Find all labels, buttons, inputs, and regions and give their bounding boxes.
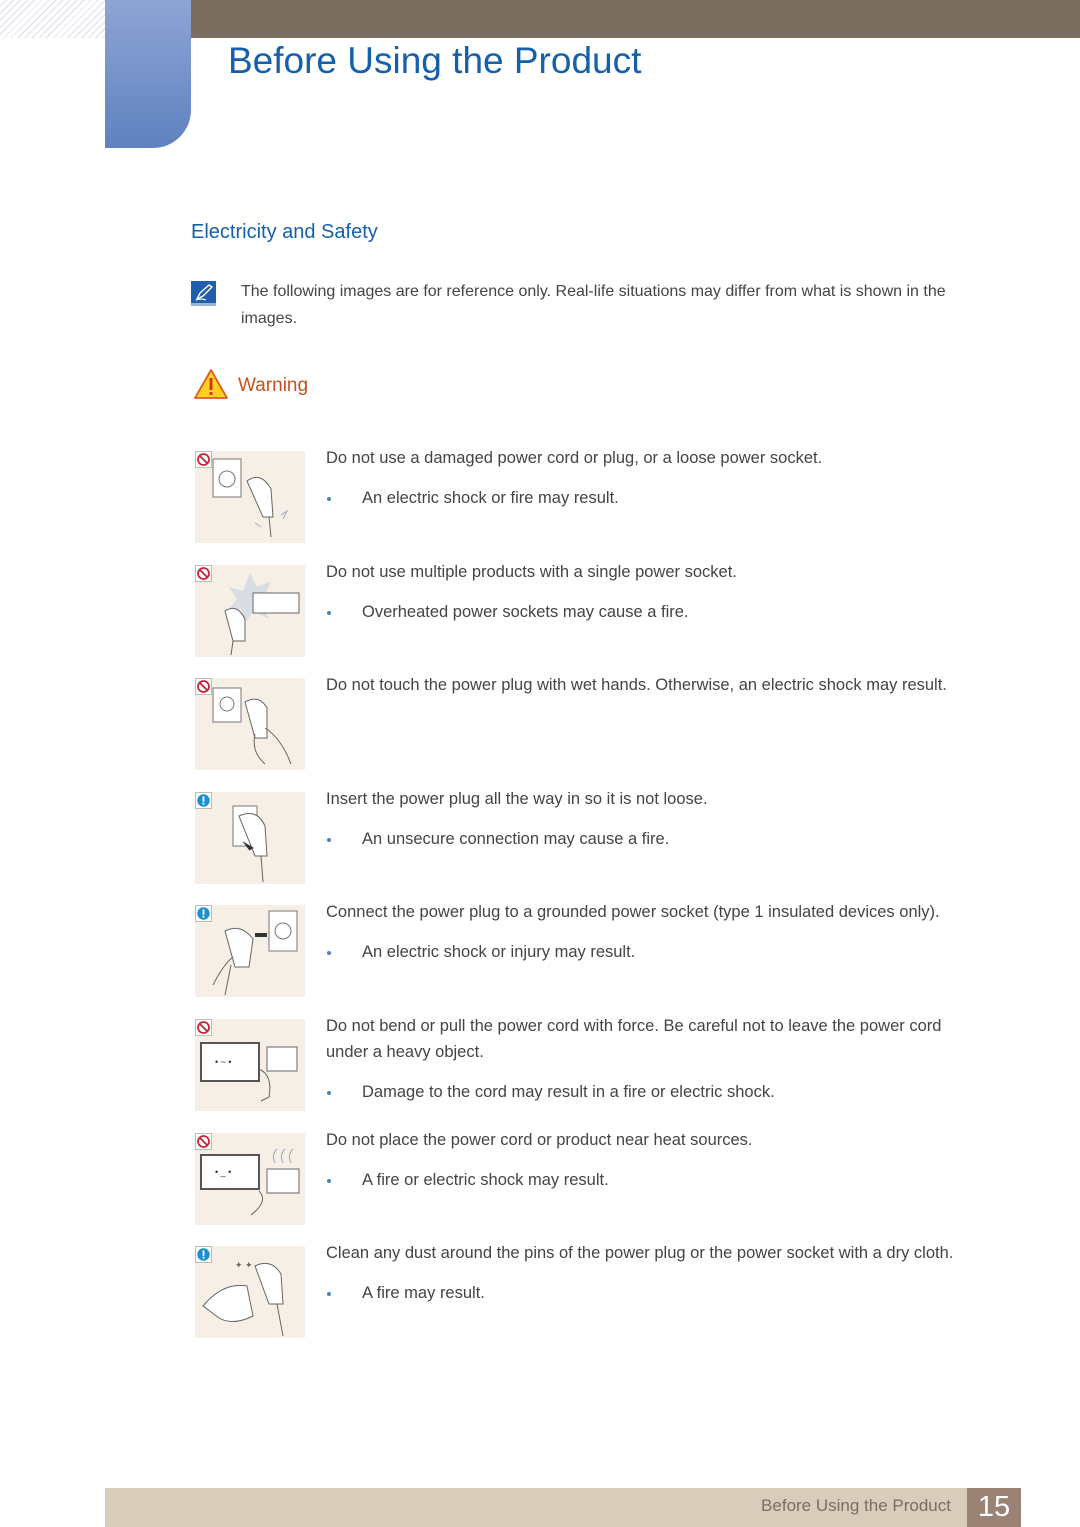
safety-item-bullet: An unsecure connection may cause a fire.: [326, 826, 966, 852]
damaged-plug-socket-illustration: [195, 451, 305, 543]
safety-item-text: Do not bend or pull the power cord with …: [326, 1017, 942, 1061]
safety-item-text: Do not place the power cord or product n…: [326, 1131, 753, 1149]
section-title: Electricity and Safety: [191, 221, 378, 243]
svg-text:• ~ •: • ~ •: [215, 1057, 232, 1067]
safety-item-text: Do not use multiple products with a sing…: [326, 563, 737, 581]
safety-item-content: Do not touch the power plug with wet han…: [326, 672, 966, 698]
prohibited-icon: [195, 678, 212, 695]
safety-item-content: Do not place the power cord or product n…: [326, 1127, 966, 1193]
heat-source-illustration: • _ •: [195, 1133, 305, 1225]
header-bar: [191, 0, 1080, 38]
mandatory-icon: [195, 905, 212, 922]
page-title: Before Using the Product: [228, 40, 642, 81]
safety-item-text: Do not use a damaged power cord or plug,…: [326, 449, 823, 467]
safety-item-bullet: A fire may result.: [326, 1280, 966, 1306]
safety-item-bullet: Overheated power sockets may cause a fir…: [326, 599, 966, 625]
safety-item-content: Do not use multiple products with a sing…: [326, 559, 966, 625]
grounded-socket-illustration: [195, 905, 305, 997]
warning-label: Warning: [238, 375, 309, 396]
svg-text:✦ ✦: ✦ ✦: [235, 1260, 253, 1270]
clean-plug-dust-illustration: ✦ ✦: [195, 1246, 305, 1338]
safety-item-text: Clean any dust around the pins of the po…: [326, 1244, 954, 1262]
safety-item-content: Insert the power plug all the way in so …: [326, 786, 966, 852]
chapter-tab: [105, 0, 191, 148]
safety-item-content: Do not use a damaged power cord or plug,…: [326, 445, 966, 511]
svg-text:• _ •: • _ •: [215, 1167, 231, 1177]
insert-plug-fully-illustration: [195, 792, 305, 884]
header-hatch-decoration: [0, 0, 105, 38]
safety-item-content: Do not bend or pull the power cord with …: [326, 1013, 966, 1105]
footer-chapter-label: Before Using the Product: [761, 1496, 951, 1515]
prohibited-icon: [195, 451, 212, 468]
safety-item-content: Clean any dust around the pins of the po…: [326, 1240, 966, 1306]
prohibited-icon: [195, 1019, 212, 1036]
note-pencil-icon: [191, 281, 216, 306]
note-text: The following images are for reference o…: [241, 283, 946, 327]
safety-item-text: Insert the power plug all the way in so …: [326, 790, 708, 808]
safety-item-bullet: Damage to the cord may result in a fire …: [326, 1079, 966, 1105]
safety-item-text: Connect the power plug to a grounded pow…: [326, 903, 940, 921]
safety-item-bullet: A fire or electric shock may result.: [326, 1167, 966, 1193]
safety-item-bullet: An electric shock or fire may result.: [326, 485, 966, 511]
prohibited-icon: [195, 565, 212, 582]
footer-bar: Before Using the Product 15: [105, 1488, 1021, 1527]
cord-under-heavy-object-illustration: • ~ •: [195, 1019, 305, 1111]
page-number: 15: [967, 1488, 1021, 1527]
prohibited-icon: [195, 1133, 212, 1150]
safety-item-content: Connect the power plug to a grounded pow…: [326, 899, 966, 965]
mandatory-icon: [195, 1246, 212, 1263]
warning-triangle-icon: [194, 369, 228, 399]
wet-hand-plug-illustration: [195, 678, 305, 770]
safety-item-bullet: An electric shock or injury may result.: [326, 939, 966, 965]
safety-item-text: Do not touch the power plug with wet han…: [326, 676, 947, 694]
mandatory-icon: [195, 792, 212, 809]
overloaded-power-strip-illustration: [195, 565, 305, 657]
